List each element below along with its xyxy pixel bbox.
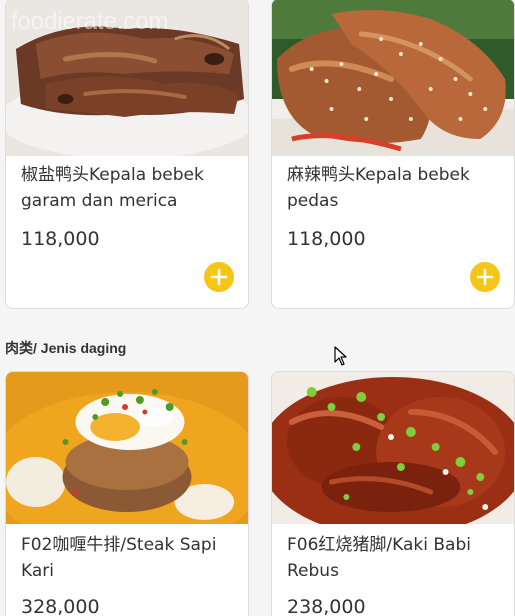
food-image[interactable] <box>272 372 514 524</box>
food-image[interactable]: foodierate.com <box>6 0 248 156</box>
item-price: 118,000 <box>21 228 100 250</box>
plus-icon <box>210 268 228 286</box>
item-name: 麻辣鸭头Kepala bebek pedas <box>287 165 470 211</box>
watermark-text: foodierate.com <box>11 8 168 35</box>
menu-item-card[interactable]: 麻辣鸭头Kepala bebek pedas 118,000 <box>271 0 515 309</box>
add-to-cart-button[interactable] <box>470 262 500 292</box>
item-price: 328,000 <box>21 596 100 616</box>
item-price: 118,000 <box>287 228 366 250</box>
menu-item-card[interactable]: F06红烧猪脚/Kaki Babi Rebus 238,000 <box>271 371 515 616</box>
item-price: 238,000 <box>287 596 366 616</box>
item-name: 椒盐鸭头Kepala bebek garam dan merica <box>21 165 204 211</box>
plus-icon <box>476 268 494 286</box>
menu-item-card[interactable]: foodierate.com 椒盐鸭头Kepala bebek garam da… <box>5 0 249 309</box>
item-name: F06红烧猪脚/Kaki Babi Rebus <box>287 535 471 581</box>
add-to-cart-button[interactable] <box>204 262 234 292</box>
food-image[interactable] <box>6 372 248 524</box>
menu-page: foodierate.com 椒盐鸭头Kepala bebek garam da… <box>0 0 515 616</box>
item-name: F02咖喱牛排/Steak Sapi Kari <box>21 535 217 581</box>
section-title: 肉类/ Jenis daging <box>5 340 127 356</box>
food-image[interactable] <box>272 0 514 156</box>
menu-item-card[interactable]: F02咖喱牛排/Steak Sapi Kari 328,000 <box>5 371 249 616</box>
mouse-pointer-icon <box>334 346 348 370</box>
